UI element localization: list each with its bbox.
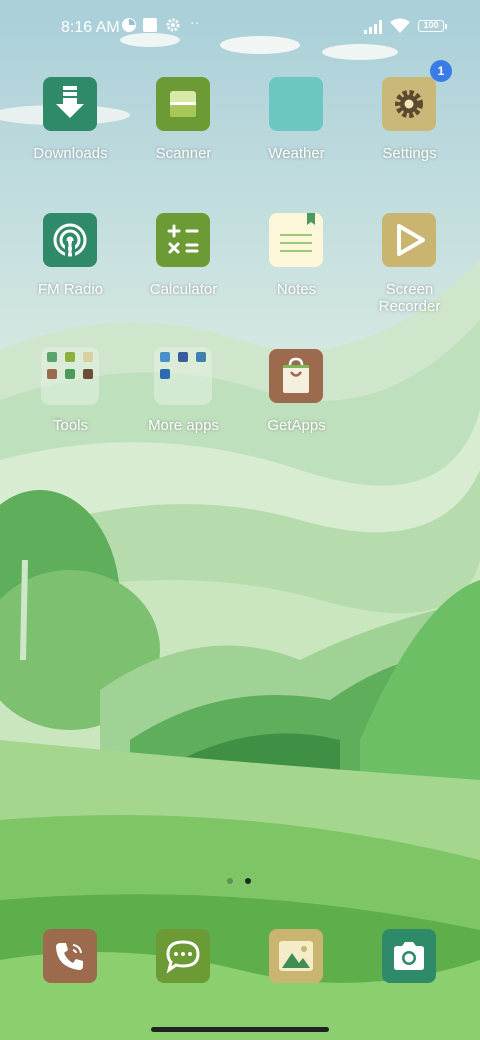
app-screen-recorder[interactable]: Screen Recorder (353, 213, 466, 333)
mini-app-icon (196, 352, 206, 362)
page-dot-active[interactable] (245, 878, 251, 884)
status-time: 8:16 AM (61, 19, 120, 36)
square-notification-icon (143, 18, 157, 32)
calculator-icon (156, 213, 210, 267)
wifi-icon (390, 18, 410, 33)
mini-app-icon (47, 352, 57, 362)
weather-icon (269, 77, 323, 131)
battery-icon: 100 (418, 20, 444, 32)
gear-icon (166, 18, 180, 32)
phone-icon (43, 929, 97, 983)
dock-phone[interactable] (14, 929, 127, 989)
mini-app-icon (178, 352, 188, 362)
mini-app-icon (160, 369, 170, 379)
mini-app-icon (65, 369, 75, 379)
folder-icon (154, 347, 212, 405)
status-bar: 8:16 AM ·· 100 (0, 0, 480, 56)
radio-icon (43, 213, 97, 267)
app-label: Weather (268, 145, 325, 162)
app-label: GetApps (267, 417, 326, 434)
app-label: Calculator (149, 281, 218, 298)
screen-recorder-icon (382, 213, 436, 267)
app-settings[interactable]: Settings (353, 77, 466, 197)
app-calculator[interactable]: Calculator (127, 213, 240, 333)
app-weather[interactable]: Weather (240, 77, 353, 197)
app-scanner[interactable]: Scanner (127, 77, 240, 197)
settings-gear-icon (382, 77, 436, 131)
mini-app-icon (65, 352, 75, 362)
folder-tools[interactable]: Tools (14, 347, 127, 469)
app-label: FM Radio (37, 281, 104, 298)
mini-app-icon (47, 369, 57, 379)
folder-icon (41, 347, 99, 405)
battery-tip (445, 24, 447, 29)
app-label: Tools (52, 417, 89, 434)
dock-messages[interactable] (127, 929, 240, 989)
dock-gallery[interactable] (240, 929, 353, 989)
scanner-icon (156, 77, 210, 131)
app-label: More apps (148, 417, 219, 434)
app-label: Screen Recorder (353, 281, 466, 315)
app-label: Settings (382, 145, 437, 162)
getapps-bag-icon (269, 349, 323, 403)
app-label: Notes (276, 281, 317, 298)
dock-camera[interactable] (353, 929, 466, 989)
gallery-icon (269, 929, 323, 983)
app-fm-radio[interactable]: FM Radio (14, 213, 127, 333)
mini-app-icon (160, 352, 170, 362)
signal-icon (364, 20, 382, 34)
notes-icon (269, 213, 323, 267)
mini-app-icon (83, 352, 93, 362)
mini-app-icon (83, 369, 93, 379)
app-label-line1: Screen (385, 281, 434, 298)
folder-more-apps[interactable]: More apps (127, 347, 240, 469)
app-notes[interactable]: Notes (240, 213, 353, 333)
app-label-line2: Recorder (378, 298, 441, 315)
app-downloads[interactable]: Downloads (14, 77, 127, 197)
app-getapps[interactable]: GetApps (240, 349, 353, 469)
app-label: Scanner (155, 145, 212, 162)
camera-icon (382, 929, 436, 983)
vpn-icon (122, 18, 136, 32)
page-dot[interactable] (227, 878, 233, 884)
more-icon: ·· (190, 14, 200, 30)
battery-level: 100 (423, 20, 439, 30)
notification-badge: 1 (430, 60, 452, 82)
messages-icon (156, 929, 210, 983)
app-label: Downloads (33, 145, 108, 162)
download-icon (43, 77, 97, 131)
home-gesture-bar[interactable] (151, 1027, 329, 1032)
